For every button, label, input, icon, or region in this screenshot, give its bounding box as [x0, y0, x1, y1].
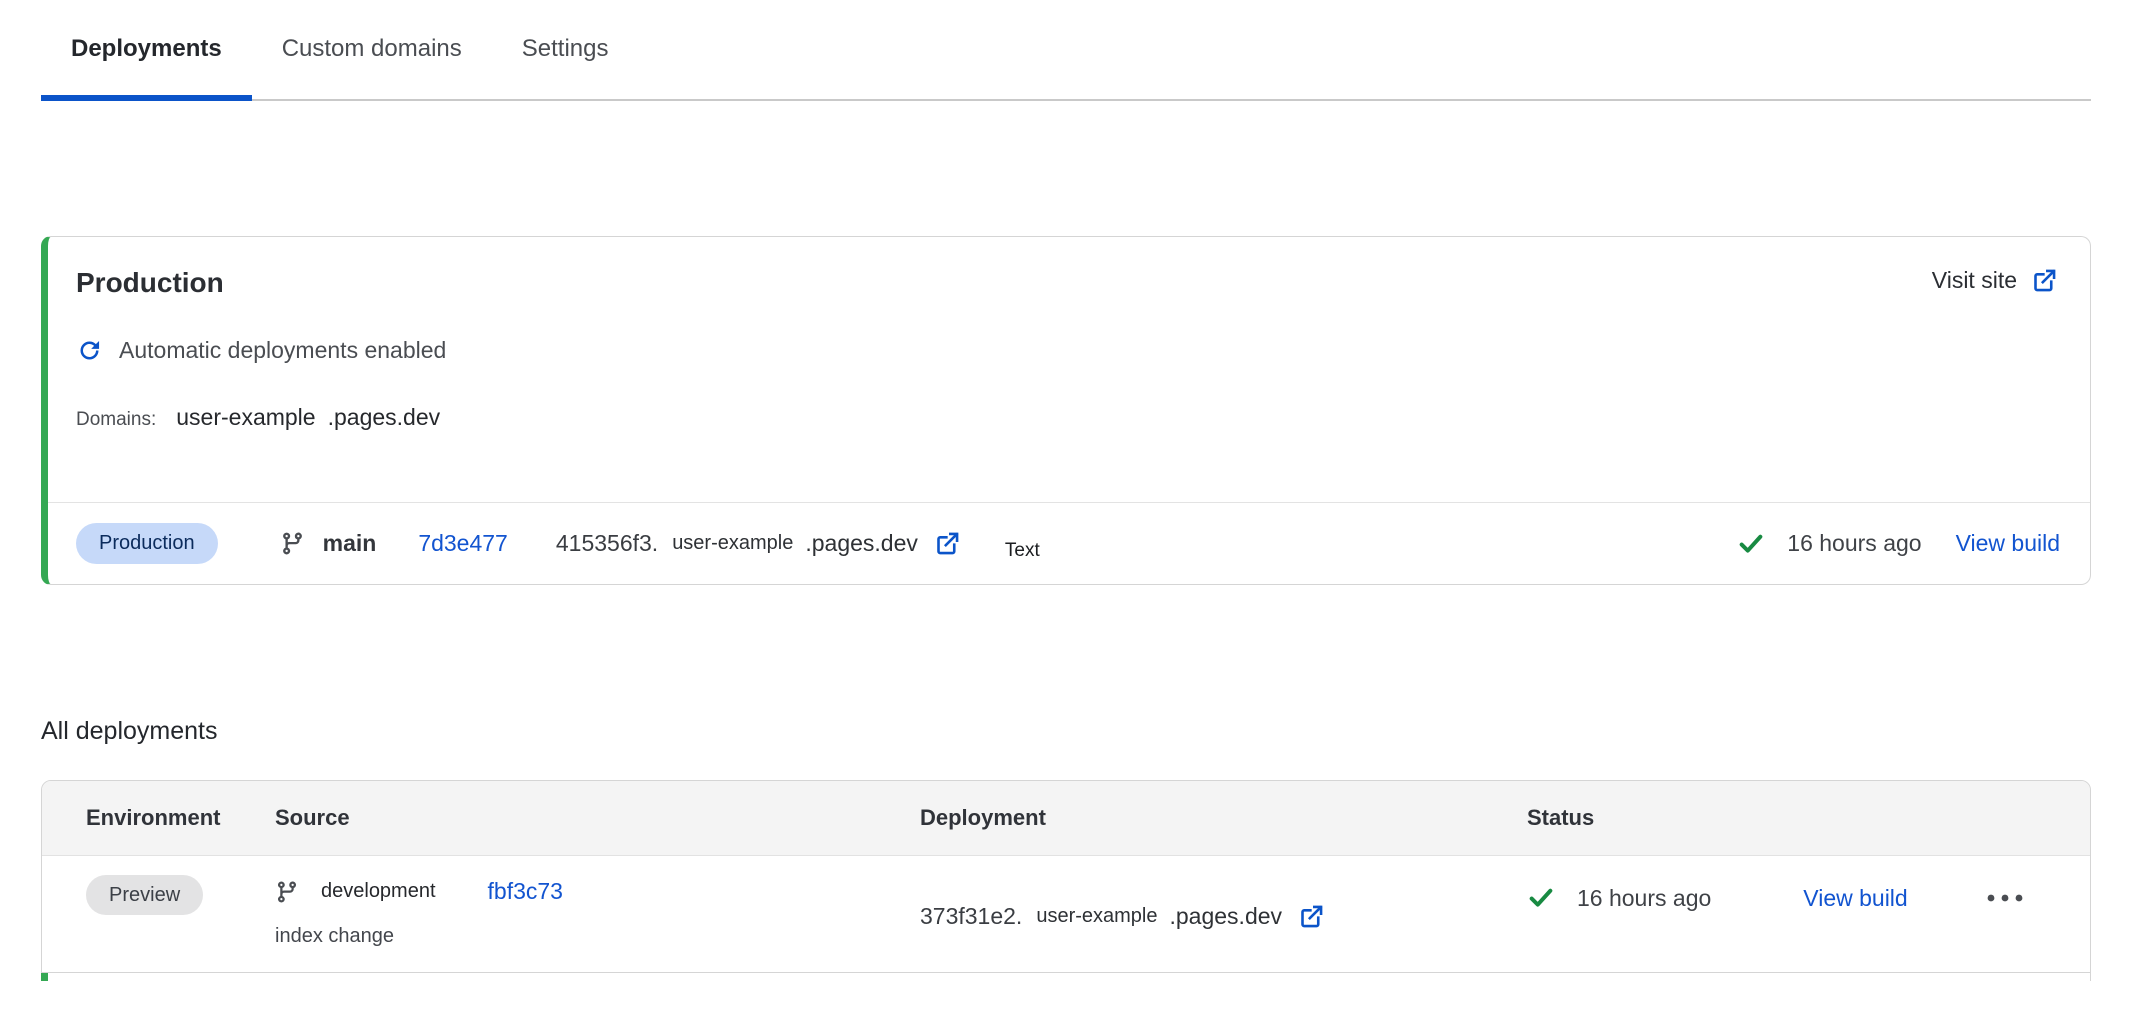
check-icon	[1527, 884, 1555, 912]
refresh-icon	[76, 337, 103, 364]
table-header: Environment Source Deployment Status	[42, 781, 2090, 856]
deployment-domain: user-example	[1036, 905, 1157, 928]
overlay-text-label: Text	[1005, 540, 1040, 562]
all-deployments-title: All deployments	[41, 717, 2091, 746]
production-card: Production Visit site Automatic deploym	[41, 236, 2091, 585]
table-row: Preview development fbf3c73 index change…	[42, 856, 2090, 972]
next-row-partial	[41, 973, 2091, 981]
check-icon	[1737, 530, 1765, 558]
tab-custom-domains[interactable]: Custom domains	[252, 35, 492, 101]
auto-deployments-status: Automatic deployments enabled	[76, 337, 2058, 364]
tab-bar: Deployments Custom domains Settings	[0, 0, 2132, 101]
deployment-suffix: .pages.dev	[805, 530, 918, 557]
commit-link[interactable]: fbf3c73	[488, 878, 563, 905]
deployment-time: 16 hours ago	[1787, 530, 1921, 557]
deployment-domain: user-example	[672, 532, 793, 555]
visit-site-link[interactable]: Visit site	[1932, 267, 2058, 294]
branch-name: main	[323, 530, 377, 557]
commit-message: index change	[275, 925, 920, 948]
deployment-suffix: .pages.dev	[1170, 903, 1283, 930]
git-branch-icon	[280, 531, 305, 556]
column-header-environment: Environment	[86, 805, 275, 831]
deployment-id: 415356f3.	[556, 530, 658, 557]
environment-badge: Production	[76, 523, 218, 564]
column-header-status: Status	[1527, 805, 2090, 831]
domains-label: Domains:	[76, 409, 156, 431]
view-build-link[interactable]: View build	[1803, 885, 1907, 912]
tab-settings[interactable]: Settings	[492, 35, 639, 101]
view-build-link[interactable]: View build	[1956, 530, 2060, 557]
branch-name: development	[321, 880, 436, 903]
domain-name: user-example	[176, 404, 315, 431]
external-link-icon[interactable]	[934, 530, 961, 557]
environment-badge: Preview	[86, 875, 203, 915]
domain-suffix: .pages.dev	[328, 404, 441, 431]
deployment-id: 373f31e2.	[920, 903, 1022, 930]
deployments-table: Environment Source Deployment Status Pre…	[41, 780, 2091, 973]
commit-link[interactable]: 7d3e477	[418, 530, 508, 557]
production-deployment-row: Production main 7d3e477 415356f3. user-e…	[48, 502, 2090, 584]
deployment-status: 16 hours ago View build	[1527, 878, 2090, 912]
git-branch-icon	[275, 880, 299, 904]
column-header-deployment: Deployment	[920, 805, 1527, 831]
deployment-status: 16 hours ago View build	[1737, 530, 2060, 558]
auto-deployments-text: Automatic deployments enabled	[119, 337, 446, 364]
deployment-time: 16 hours ago	[1577, 885, 1711, 912]
row-menu-icon[interactable]	[1984, 884, 2026, 912]
domains-row: Domains: user-example .pages.dev	[76, 404, 2058, 431]
tab-deployments[interactable]: Deployments	[41, 35, 252, 101]
column-header-source: Source	[275, 805, 920, 831]
visit-site-label: Visit site	[1932, 267, 2017, 294]
external-link-icon[interactable]	[1298, 903, 1325, 930]
external-link-icon	[2031, 267, 2058, 294]
production-card-title: Production	[76, 267, 224, 299]
